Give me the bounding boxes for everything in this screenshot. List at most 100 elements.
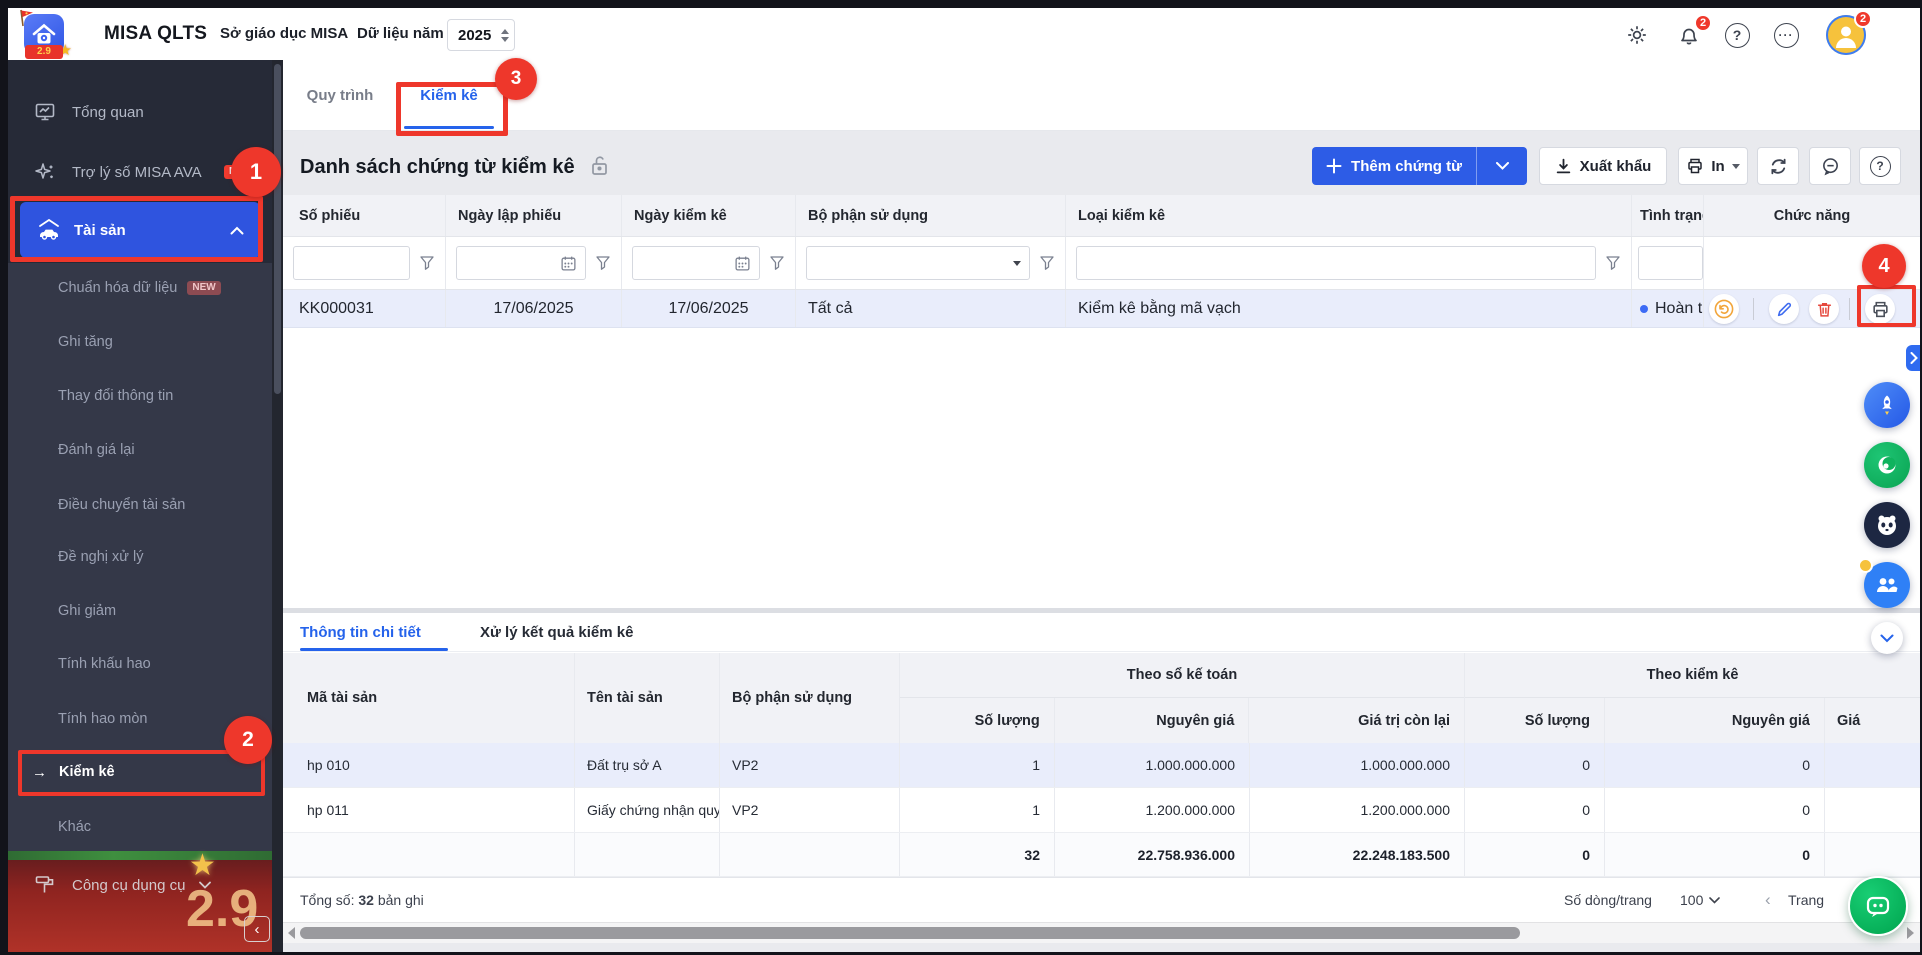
voucher-table: Số phiếu Ngày lập phiếu Ngày kiểm kê Bộ … [283, 195, 1920, 608]
scrollbar-thumb[interactable] [300, 927, 1520, 939]
delete-button[interactable] [1809, 294, 1839, 324]
col-ngay-kiem-ke[interactable]: Ngày kiểm kê [622, 195, 796, 236]
col-ma-tai-san[interactable]: Mã tài sản [283, 653, 575, 743]
edit-button[interactable] [1769, 294, 1799, 324]
sidebar-item-tong-quan[interactable]: Tổng quan [8, 88, 272, 136]
scroll-left-arrow[interactable] [288, 927, 295, 939]
table-row[interactable]: KK000031 17/06/2025 17/06/2025 Tất cả Ki… [283, 290, 1920, 328]
chevron-down-icon [1496, 162, 1509, 170]
col-so-phieu[interactable]: Số phiếu [283, 195, 446, 236]
filter-input-so-phieu[interactable] [293, 246, 410, 280]
funnel-icon[interactable] [1605, 255, 1621, 271]
col-bo-phan-su-dung[interactable]: Bộ phận sử dụng [720, 653, 900, 743]
org-name[interactable]: Sở giáo dục MISA [220, 25, 348, 42]
chevron-down-icon [199, 881, 211, 889]
col-nguyen-gia-kk[interactable]: Nguyên giá [1605, 698, 1825, 743]
tab-thong-tin-chi-tiet[interactable]: Thông tin chi tiết [300, 613, 421, 651]
notifications-badge: 2 [1694, 14, 1712, 32]
col-nguyen-gia[interactable]: Nguyên giá [1055, 698, 1250, 743]
undo-button[interactable] [1709, 294, 1739, 324]
total-qty: 32 [900, 833, 1055, 876]
refresh-button[interactable] [1757, 147, 1799, 185]
col-gia-cut[interactable]: Giá [1825, 698, 1920, 743]
funnel-icon[interactable] [1039, 255, 1055, 271]
add-voucher-dropdown[interactable] [1476, 147, 1527, 185]
rocket-assistant-button[interactable] [1864, 382, 1910, 428]
table-header-row: Số phiếu Ngày lập phiếu Ngày kiểm kê Bộ … [283, 195, 1920, 237]
filter-date-ngay-lap[interactable] [456, 246, 586, 280]
detail-row[interactable]: hp 010 Đất trụ sở A VP2 1 1.000.000.000 … [283, 743, 1920, 788]
cell-qty: 1 [900, 743, 1055, 787]
sidebar-collapse-button[interactable]: ‹ [244, 916, 270, 942]
sidebar-scrollbar[interactable] [272, 60, 283, 952]
detail-row[interactable]: hp 011 Giấy chứng nhận quyề... VP2 1 1.2… [283, 788, 1920, 833]
refresh-icon [1769, 157, 1788, 176]
add-voucher-button[interactable]: Thêm chứng từ [1312, 147, 1476, 185]
col-bo-phan[interactable]: Bộ phận sử dụng [796, 195, 1066, 236]
submenu-item-de-nghi[interactable]: Đề nghị xử lý [8, 537, 272, 577]
collapse-widgets-button[interactable] [1871, 622, 1903, 654]
total-cost-kk: 0 [1605, 833, 1825, 876]
cell-bo-phan: Tất cả [796, 290, 1066, 327]
swirl-icon [1875, 453, 1899, 477]
cell-dept: VP2 [720, 788, 900, 832]
funnel-icon[interactable] [595, 255, 611, 271]
app-title: MISA QLTS [104, 23, 207, 45]
panda-assistant-button[interactable] [1864, 502, 1910, 548]
col-tinh-trang[interactable]: Tình trạng [1632, 195, 1704, 236]
more-menu-button[interactable]: ··· [1773, 22, 1799, 48]
submenu-item-khac[interactable]: Khác [8, 807, 272, 847]
chevron-down-icon [1709, 897, 1720, 904]
feedback-button[interactable] [1809, 147, 1851, 185]
filter-date-ngay-kiem-ke[interactable] [632, 246, 760, 280]
col-so-luong-kk[interactable]: Số lượng [1465, 698, 1605, 743]
total-qty-kk: 0 [1465, 833, 1605, 876]
submenu-item-chuan-hoa[interactable]: Chuẩn hóa dữ liệuNEW [8, 268, 272, 308]
export-button[interactable]: Xuất khẩu [1539, 147, 1667, 185]
total-cost: 22.758.936.000 [1055, 833, 1250, 876]
cell-ngay-kiem-ke: 17/06/2025 [622, 290, 796, 327]
filter-input-tinh-trang[interactable] [1638, 246, 1703, 280]
support-button[interactable] [1864, 442, 1910, 488]
funnel-icon[interactable] [769, 255, 785, 271]
chat-oa-icon [1863, 891, 1893, 921]
annotation-step-3: 3 [495, 58, 537, 100]
submenu-item-ghi-tang[interactable]: Ghi tăng [8, 322, 272, 362]
col-gia-tri-con-lai[interactable]: Giá trị còn lại [1249, 698, 1464, 743]
print-button[interactable]: In [1678, 147, 1748, 185]
filter-input-loai-kiem-ke[interactable] [1076, 246, 1596, 280]
chat-support-button[interactable] [1848, 876, 1908, 936]
submenu-item-khau-hao[interactable]: Tính khấu hao [8, 644, 272, 684]
pencil-icon [1776, 301, 1793, 318]
prev-page-button[interactable]: ‹ [1765, 890, 1771, 910]
app-logo[interactable]: ★ 2.9 [24, 14, 64, 54]
year-spinner[interactable]: 2025 [447, 19, 515, 51]
question-icon: ? [1725, 23, 1750, 48]
submenu-item-thay-doi[interactable]: Thay đổi thông tin [8, 376, 272, 416]
submenu-item-dieu-chuyen[interactable]: Điều chuyển tài sản [8, 485, 272, 525]
help-circle-button[interactable]: ? [1859, 147, 1901, 185]
tab-quy-trinh[interactable]: Quy trình [295, 60, 385, 130]
page-label: Trang [1788, 892, 1824, 908]
per-page-select[interactable]: 100 [1680, 889, 1720, 911]
col-ngay-lap[interactable]: Ngày lập phiếu [446, 195, 622, 236]
submenu-item-danh-gia[interactable]: Đánh giá lại [8, 430, 272, 470]
help-button[interactable]: ? [1724, 22, 1750, 48]
list-footer: Tổng số: 32 bản ghi Số dòng/trang 100 ‹ … [283, 877, 1920, 923]
scroll-right-arrow[interactable] [1907, 927, 1914, 939]
col-loai-kiem-ke[interactable]: Loại kiểm kê [1066, 195, 1632, 236]
filter-select-bo-phan[interactable] [806, 246, 1030, 280]
submenu-item-ghi-giam[interactable]: Ghi giảm [8, 591, 272, 631]
tab-xu-ly-ket-qua[interactable]: Xử lý kết quả kiểm kê [480, 613, 633, 651]
funnel-icon[interactable] [419, 255, 435, 271]
col-so-luong[interactable]: Số lượng [900, 698, 1055, 743]
settings-button[interactable] [1624, 22, 1650, 48]
sidebar-item-cong-cu[interactable]: Công cụ dụng cụ [8, 865, 272, 905]
notification-dot [1858, 558, 1873, 573]
question-icon: ? [1870, 156, 1891, 177]
window-frame-left [0, 0, 8, 955]
col-ten-tai-san[interactable]: Tên tài sản [575, 653, 720, 743]
cell-ngay-lap: 17/06/2025 [446, 290, 622, 327]
horizontal-scrollbar[interactable] [283, 922, 1920, 943]
year-spinner-arrows[interactable] [501, 29, 509, 42]
